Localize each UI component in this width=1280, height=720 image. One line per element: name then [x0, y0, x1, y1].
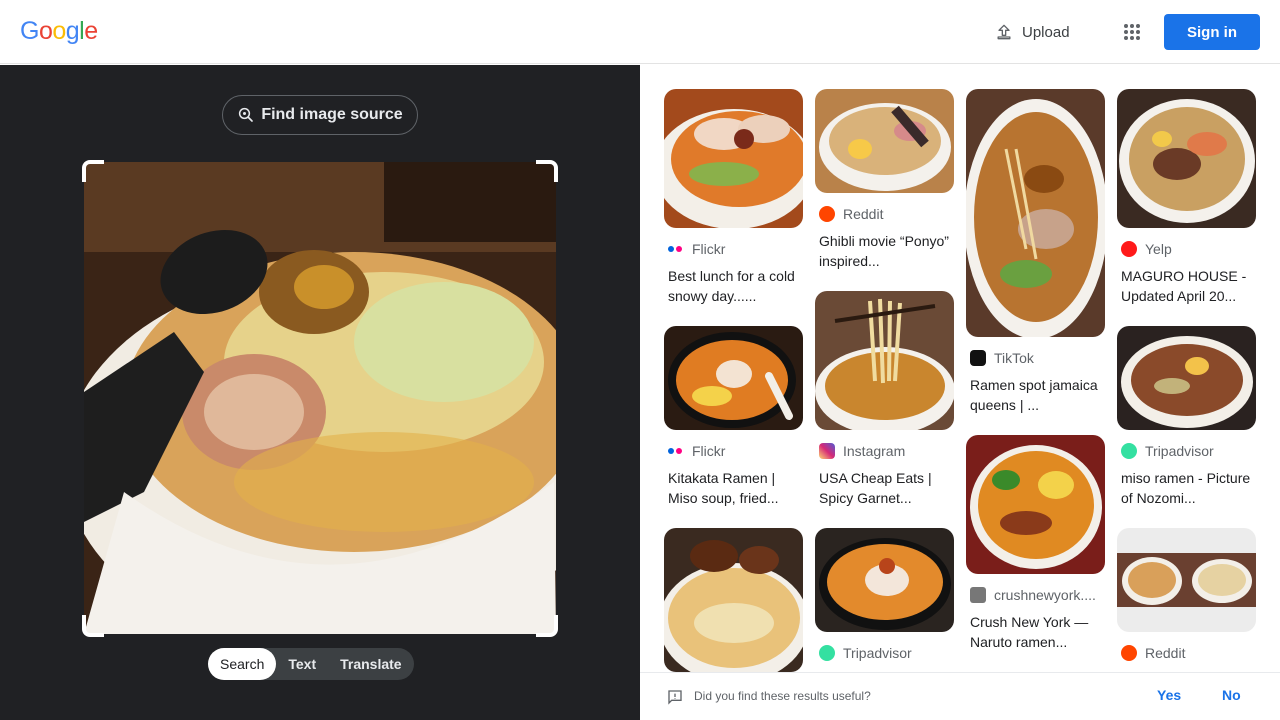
result-source-name: Reddit	[843, 206, 884, 222]
tab-translate[interactable]: Translate	[328, 648, 413, 680]
feedback-icon	[668, 690, 682, 705]
result-source-name: Flickr	[692, 241, 726, 257]
query-image-panel: Find image source Search Text Translate	[0, 65, 640, 720]
feedback-question: Did you find these results useful?	[694, 689, 871, 703]
result-source: Instagram	[815, 442, 954, 460]
upload-button[interactable]: Upload	[984, 14, 1080, 50]
instagram-icon	[819, 443, 835, 459]
result-card[interactable]: Flickr Kitakata Ramen | Miso soup, fried…	[664, 326, 803, 508]
query-image[interactable]	[84, 162, 556, 634]
feedback-bar: Did you find these results useful? Yes N…	[640, 672, 1280, 720]
result-thumbnail	[815, 89, 954, 193]
tab-search[interactable]: Search	[208, 648, 277, 680]
find-image-source-label: Find image source	[261, 106, 403, 123]
google-logo[interactable]: Google	[20, 17, 98, 46]
upload-icon	[997, 24, 1011, 40]
reddit-icon	[819, 206, 835, 222]
result-source-name: crushnewyork....	[994, 587, 1096, 603]
result-title: USA Cheap Eats | Spicy Garnet...	[819, 470, 932, 506]
result-card[interactable]: TikTok Ramen spot jamaica queens | ...	[966, 89, 1105, 415]
upload-label: Upload	[1022, 23, 1070, 41]
result-source-name: Yelp	[1145, 241, 1172, 257]
crop-handle-bottom-left[interactable]	[82, 615, 104, 637]
result-title: MAGURO HOUSE - Updated April 20...	[1121, 268, 1247, 304]
result-source: crushnewyork....	[966, 586, 1105, 604]
lens-search-icon	[239, 107, 254, 122]
result-source-name: Reddit	[1145, 645, 1186, 661]
result-card[interactable]: Tripadvisor miso ramen - Picture of Nozo…	[1117, 326, 1256, 508]
apps-button[interactable]	[1116, 16, 1148, 48]
result-title: Crush New York — Naruto ramen...	[970, 614, 1089, 650]
result-card[interactable]: Yelp MAGURO HOUSE - Updated April 20...	[1117, 89, 1256, 306]
result-source: TikTok	[966, 349, 1105, 367]
crop-handle-bottom-right[interactable]	[536, 615, 558, 637]
result-title: Ramen spot jamaica queens | ...	[970, 377, 1098, 413]
logo-letter: e	[84, 17, 98, 45]
tiktok-icon	[970, 350, 986, 366]
result-card[interactable]: Tripadvisor	[815, 528, 954, 662]
result-card[interactable]: crushnewyork.... Crush New York — Naruto…	[966, 435, 1105, 652]
result-thumbnail	[966, 89, 1105, 337]
logo-letter: o	[52, 17, 66, 45]
result-source-name: Tripadvisor	[843, 645, 912, 661]
result-thumbnail	[815, 291, 954, 430]
result-thumbnail	[1117, 326, 1256, 430]
site-icon	[970, 587, 986, 603]
top-bar: Google Upload Sign in	[0, 0, 1280, 64]
result-card[interactable]: Instagram USA Cheap Eats | Spicy Garnet.…	[815, 291, 954, 508]
tab-text[interactable]: Text	[276, 648, 328, 680]
result-source-name: Flickr	[692, 443, 726, 459]
tripadvisor-icon	[1121, 443, 1137, 459]
result-thumbnail	[1117, 528, 1256, 632]
result-card[interactable]: Reddit	[1117, 528, 1256, 662]
result-card[interactable]: Flickr Best lunch for a cold snowy day..…	[664, 89, 803, 306]
result-title: miso ramen - Picture of Nozomi...	[1121, 470, 1251, 506]
flickr-icon	[668, 246, 684, 252]
result-thumbnail	[664, 89, 803, 228]
result-thumbnail	[664, 528, 803, 672]
result-card[interactable]	[664, 528, 803, 672]
result-source: Reddit	[815, 205, 954, 223]
result-title: Ghibli movie “Ponyo” inspired...	[819, 233, 949, 269]
result-title: Best lunch for a cold snowy day......	[668, 268, 795, 304]
result-source: Yelp	[1117, 240, 1256, 258]
yelp-icon	[1121, 241, 1137, 257]
reddit-icon	[1121, 645, 1137, 661]
result-source-name: Instagram	[843, 443, 906, 459]
visual-matches-grid: Flickr Best lunch for a cold snowy day..…	[640, 65, 1280, 672]
search-mode-tabs: Search Text Translate	[208, 648, 414, 680]
crop-handle-top-right[interactable]	[536, 160, 558, 182]
result-source: Tripadvisor	[815, 644, 954, 662]
tripadvisor-icon	[819, 645, 835, 661]
flickr-icon	[668, 448, 684, 454]
result-thumbnail	[815, 528, 954, 632]
result-thumbnail	[1117, 89, 1256, 228]
result-source: Flickr	[664, 442, 803, 460]
result-source: Flickr	[664, 240, 803, 258]
result-source-name: TikTok	[994, 350, 1034, 366]
result-source: Reddit	[1117, 644, 1256, 662]
feedback-yes-button[interactable]: Yes	[1157, 687, 1181, 703]
apps-grid-icon	[1124, 24, 1140, 40]
logo-letter: G	[20, 17, 39, 45]
find-image-source-button[interactable]: Find image source	[222, 95, 418, 135]
feedback-no-button[interactable]: No	[1222, 687, 1241, 703]
result-thumbnail	[966, 435, 1105, 574]
result-card[interactable]: Reddit Ghibli movie “Ponyo” inspired...	[815, 89, 954, 271]
result-thumbnail	[664, 326, 803, 430]
crop-handle-top-left[interactable]	[82, 160, 104, 182]
result-source-name: Tripadvisor	[1145, 443, 1214, 459]
logo-letter: o	[38, 17, 53, 45]
result-title: Kitakata Ramen | Miso soup, fried...	[668, 470, 779, 506]
logo-letter: g	[65, 17, 80, 45]
result-source: Tripadvisor	[1117, 442, 1256, 460]
sign-in-button[interactable]: Sign in	[1164, 14, 1260, 50]
